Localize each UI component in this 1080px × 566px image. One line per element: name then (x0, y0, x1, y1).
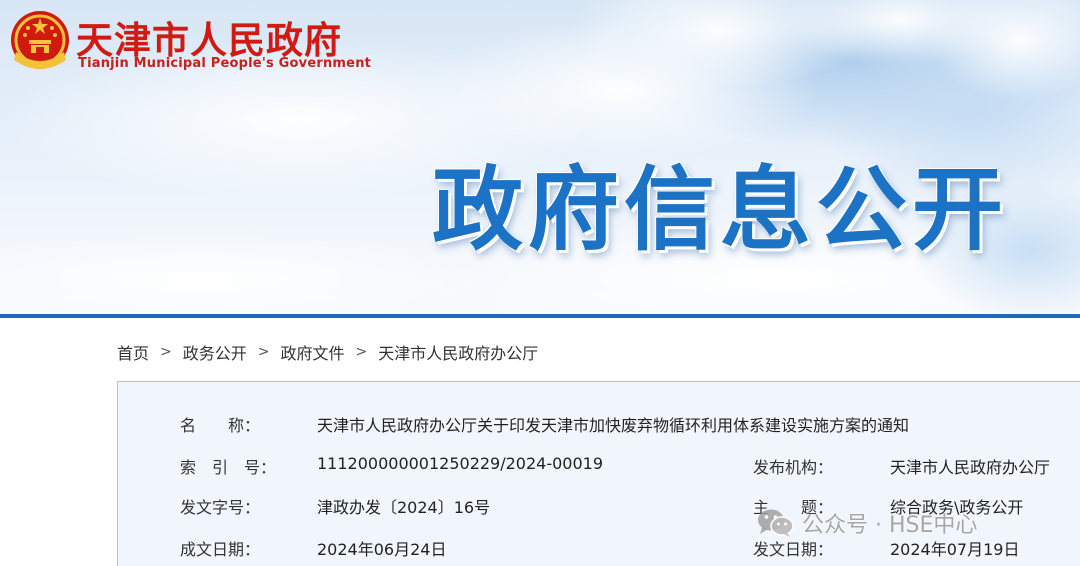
document-number-label: 发文字号： (180, 498, 261, 517)
site-subtitle-english[interactable]: Tianjin Municipal People's Government (78, 56, 371, 71)
issuing-agency-value: 天津市人民政府办公厅 (890, 458, 1051, 477)
created-date-label: 成文日期： (180, 540, 261, 559)
breadcrumb: 首页 > 政务公开 > 政府文件 > 天津市人民政府办公厅 (117, 340, 538, 364)
created-date-value: 2024年06月24日 (317, 540, 447, 559)
name-value: 天津市人民政府办公厅关于印发天津市加快废弃物循环利用体系建设实施方案的通知 (317, 416, 910, 435)
header-banner: 天津市人民政府 Tianjin Municipal People's Gover… (0, 0, 1080, 314)
breadcrumb-separator: > (355, 344, 368, 360)
banner-headline: 政府信息公开 (432, 158, 1009, 263)
watermark-text: 公众号 · HSE中心 (802, 513, 978, 538)
issuing-agency-label: 发布机构： (753, 458, 834, 477)
breadcrumb-item-home[interactable]: 首页 (117, 340, 149, 364)
banner-divider (0, 314, 1080, 318)
breadcrumb-item-government-affairs[interactable]: 政务公开 (183, 340, 247, 364)
index-number-label: 索 引 号： (180, 458, 277, 477)
document-number-value: 津政办发〔2024〕16号 (317, 498, 491, 517)
breadcrumb-separator: > (160, 344, 172, 360)
name-label: 名 称： (180, 416, 261, 435)
breadcrumb-item-general-office[interactable]: 天津市人民政府办公厅 (378, 340, 538, 364)
index-number-value: 11120000000125022​9/2024-00019 (317, 454, 604, 473)
national-emblem-icon[interactable] (6, 8, 74, 74)
breadcrumb-item-government-documents[interactable]: 政府文件 (281, 340, 345, 364)
wechat-icon (758, 509, 794, 537)
breadcrumb-separator: > (257, 344, 270, 360)
watermark: 公众号 · HSE中心 (756, 505, 977, 541)
